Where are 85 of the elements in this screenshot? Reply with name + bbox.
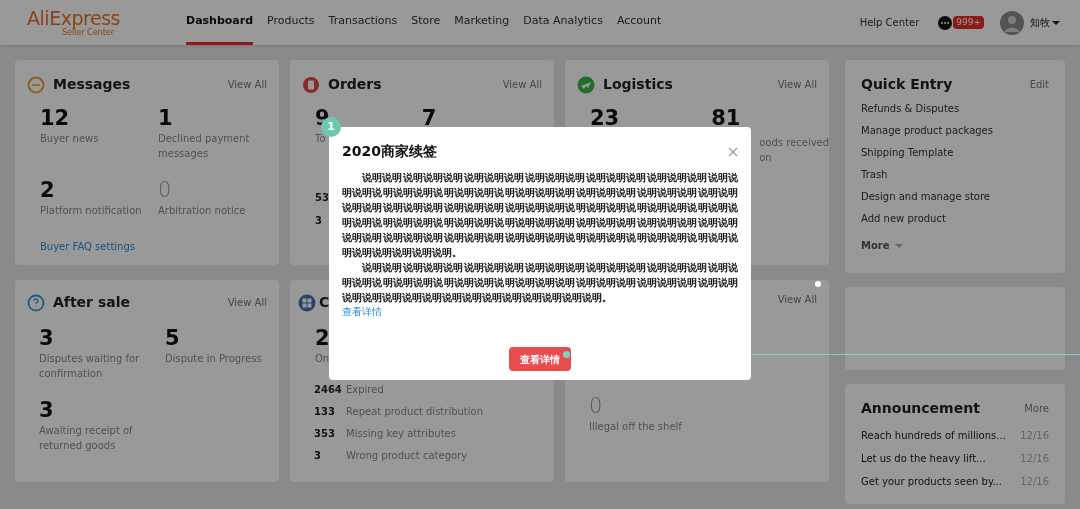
stat-label: Awaiting receipt of returned goods xyxy=(39,424,134,453)
avatar[interactable] xyxy=(1000,10,1024,35)
details-button[interactable]: 查看详情 xyxy=(509,347,571,371)
help-icon xyxy=(27,293,45,312)
stat-label: Dispute in Progress xyxy=(165,352,262,366)
order-count: 53 xyxy=(315,191,329,205)
card-title: Messages xyxy=(53,75,131,94)
user-menu[interactable]: 知牧 xyxy=(1030,15,1060,30)
details-link[interactable]: 查看详情 xyxy=(342,305,738,319)
card-title: Logistics xyxy=(603,75,673,94)
stat-label: Arbitration notice xyxy=(158,204,246,218)
quick-entry-link[interactable]: Shipping Template xyxy=(861,145,1049,160)
stat-label: on xyxy=(759,151,772,165)
modal-paragraph: 说明说明说明说明说明说明说明说明说明说明说明说明说明说明说明说明说明说明说明说明说明说明说明说明说明说明说明说明说明说明说明说明说明说明说明说明说明说明说明说明说明说明说明说明说明说明说明说明说明说明说明说明说明说明说明说明说明说明说明说明说明说明说明说明说明说明说明说明说明说明说明说明说明说明说明说明说明说明说明说明说明说明说明说明说明说明说明说明说明说明说明说明说明说明说明说明说明说明说明说明说明说明。 xyxy=(342,171,738,260)
quick-entry-link[interactable]: Add new product xyxy=(861,211,1049,226)
announcement-link[interactable]: Let us do the heavy lift... xyxy=(861,451,986,466)
issue-label: Expired xyxy=(346,383,384,397)
stat-label: On xyxy=(315,352,330,366)
clipboard-icon xyxy=(302,75,320,94)
modal-title: 2020商家续签 xyxy=(342,142,437,161)
quick-entry-link[interactable]: Refunds & Disputes xyxy=(861,101,1049,116)
issue-count: 353 xyxy=(314,427,336,441)
more-button[interactable]: More xyxy=(861,238,903,253)
logo-subtitle: Seller Center xyxy=(61,28,114,37)
issue-label: Repeat product distribution xyxy=(346,405,483,419)
issue-count: 2464 xyxy=(314,383,343,397)
modal-paragraph: 说明说明说明说明说明说明说明说明说明说明说明说明说明说明说明说明说明说明说明说明说明说明说明说明说明说明说明说明说明说明说明说明说明说明说明说明说明说明说明说明说明说明说明说明说明说明说明说明说明说明说明。 xyxy=(342,261,738,305)
issue-label: Missing key attributes xyxy=(346,427,456,441)
quick-entry-link[interactable]: Design and manage store xyxy=(861,189,1049,204)
order-count: 3 xyxy=(315,214,322,228)
nav-tab[interactable]: Data Analytics xyxy=(523,0,603,45)
view-all-link[interactable]: View All xyxy=(502,77,542,92)
issue-label: Wrong product category xyxy=(346,449,468,463)
caret-icon xyxy=(894,242,903,249)
edit-link[interactable]: Edit xyxy=(1029,77,1049,92)
nav-tab[interactable]: Account xyxy=(616,0,662,45)
caret-icon xyxy=(1052,19,1060,26)
nav-tab[interactable]: Transactions xyxy=(328,0,398,45)
stat-value: 2 xyxy=(40,177,55,203)
airplane-icon xyxy=(577,75,595,94)
stat-value: 0 xyxy=(589,393,603,419)
grid-icon xyxy=(298,293,316,312)
stat-label: oods received xyxy=(759,136,830,150)
nav-tab[interactable]: Marketing xyxy=(454,0,510,45)
quick-entry-link[interactable]: Manage product packages xyxy=(861,123,1049,138)
stat-value: 1 xyxy=(158,105,173,131)
nav-tab[interactable]: Store xyxy=(411,0,441,45)
stat-label: Illegal off the shelf xyxy=(589,420,682,434)
announcement-link[interactable]: Reach hundreds of millions... xyxy=(861,428,1006,443)
card-title: C xyxy=(319,293,330,312)
close-icon[interactable] xyxy=(728,146,738,157)
stat-value: 0 xyxy=(158,177,172,203)
card-title: Announcement xyxy=(861,399,980,418)
card-title: After sale xyxy=(53,293,130,312)
stat-value: 3 xyxy=(39,325,54,351)
help-center-link[interactable]: Help Center xyxy=(859,15,920,30)
stat-label: Declined payment messages xyxy=(158,132,251,161)
view-all-link[interactable]: View All xyxy=(777,77,817,92)
stat-value: 12 xyxy=(40,105,70,131)
card-title: Orders xyxy=(328,75,382,94)
stat-value: 7 xyxy=(421,105,437,131)
stat-value: 23 xyxy=(590,105,620,131)
stat-value: 81 xyxy=(711,105,741,131)
view-all-link[interactable]: View All xyxy=(777,292,817,307)
quick-entry-link[interactable]: Trash xyxy=(861,167,1049,182)
view-all-link[interactable]: View All xyxy=(227,77,267,92)
stat-value: 3 xyxy=(39,397,54,423)
issue-count: 3 xyxy=(314,449,322,463)
card-title: Quick Entry xyxy=(861,75,953,94)
more-link[interactable]: More xyxy=(1024,401,1049,416)
anchor-dot xyxy=(563,351,570,358)
issue-count: 133 xyxy=(314,405,336,419)
notification-badge: 999+ xyxy=(953,15,984,30)
chat-icon[interactable] xyxy=(937,14,954,31)
announcement-link[interactable]: Get your products seen by... xyxy=(861,474,1002,489)
stat-label: Platform notification xyxy=(40,204,142,218)
stat-value: 2 xyxy=(315,325,330,351)
nav-tab[interactable]: Dashboard xyxy=(186,0,254,45)
message-icon xyxy=(27,75,45,94)
stat-value: 5 xyxy=(165,325,180,351)
stat-label: Disputes waiting for confirmation xyxy=(39,352,141,381)
view-all-link[interactable]: View All xyxy=(227,295,267,310)
stat-label: Buyer news xyxy=(40,132,99,146)
nav-tab[interactable]: Products xyxy=(267,0,315,45)
logo: AliExpress xyxy=(27,8,120,28)
